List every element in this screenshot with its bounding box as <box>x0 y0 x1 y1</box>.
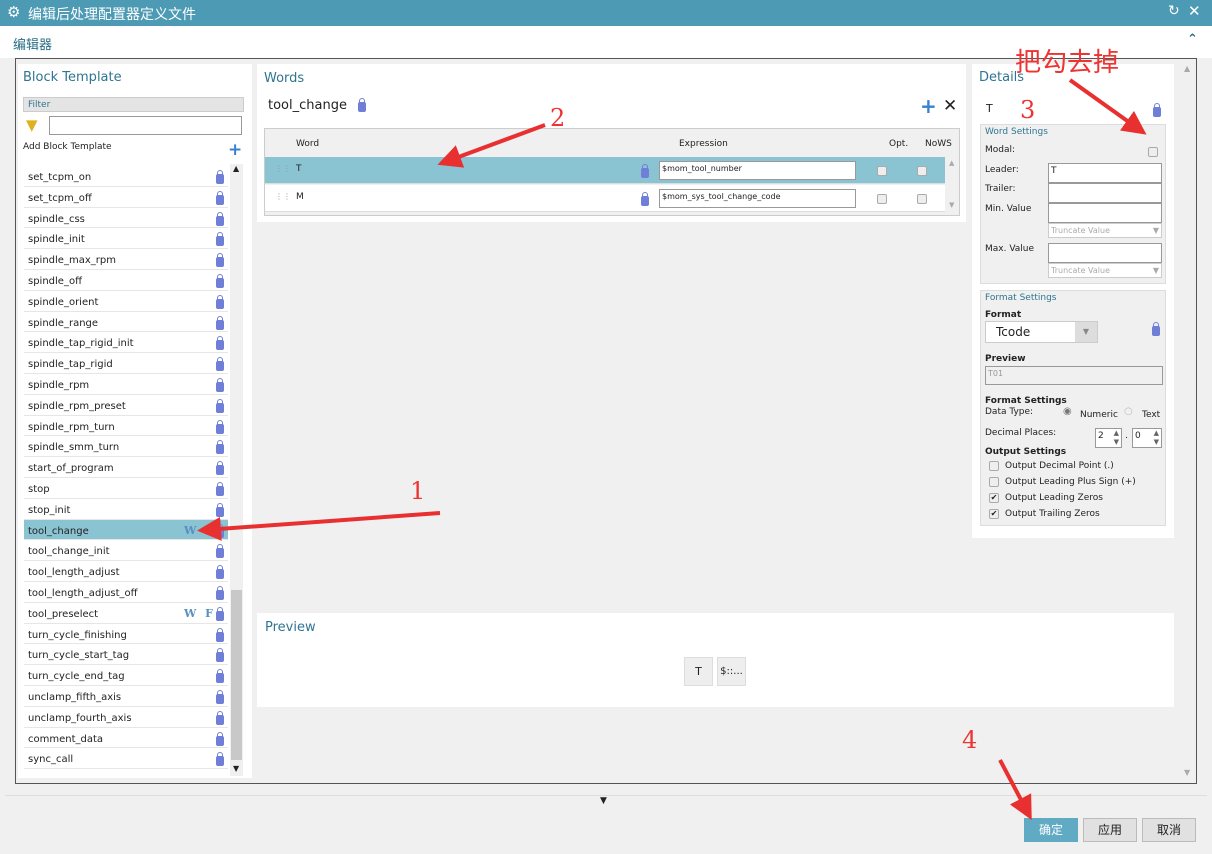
annotation-arrows <box>197 78 1147 821</box>
annotation-4: 4 <box>962 726 978 754</box>
annotation-1: 1 <box>410 477 426 505</box>
annotation-2: 2 <box>550 104 566 132</box>
arrow-3 <box>1068 78 1147 135</box>
annotation-note: 把勾去掉 <box>1015 48 1120 78</box>
arrow-2 <box>437 123 546 168</box>
arrow-1 <box>197 511 441 541</box>
annotation-3: 3 <box>1020 96 1036 124</box>
arrow-4 <box>998 759 1032 821</box>
